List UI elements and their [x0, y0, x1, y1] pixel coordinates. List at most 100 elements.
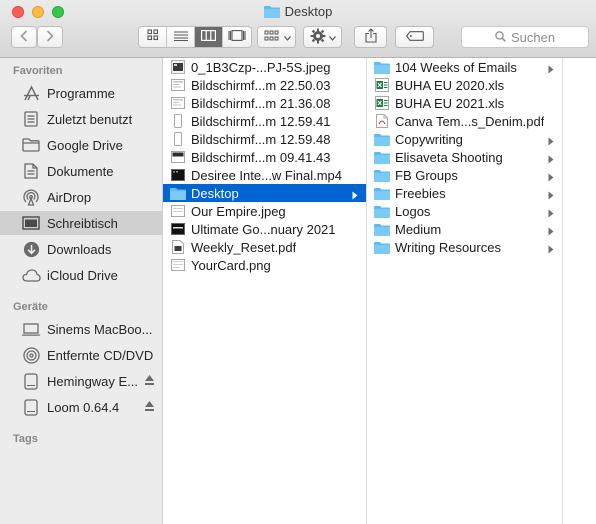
file-row[interactable]: Weekly_Reset.pdf: [163, 238, 366, 256]
sidebar-item-label: iCloud Drive: [47, 267, 118, 283]
list-view-button[interactable]: [167, 27, 195, 47]
file-name: YourCard.png: [191, 257, 271, 273]
forward-button[interactable]: [37, 26, 63, 48]
file-name: Freebies: [395, 185, 446, 201]
excel-file-icon: [374, 96, 390, 110]
disclosure-arrow-icon: [548, 206, 554, 221]
folder-row[interactable]: Writing Resources: [367, 238, 562, 256]
folder-row[interactable]: FB Groups: [367, 166, 562, 184]
column-desktop: 104 Weeks of Emails BUHA EU 2020.xls BUH…: [367, 58, 563, 524]
pdf-file-icon: [170, 240, 186, 254]
image-file-icon: [170, 258, 186, 272]
chevron-down-icon: [329, 30, 336, 44]
folder-row[interactable]: Copywriting: [367, 130, 562, 148]
recents-icon: [21, 110, 41, 128]
folder-row[interactable]: Medium: [367, 220, 562, 238]
sidebar-item-sinems-macbook[interactable]: Sinems MacBoo...: [0, 317, 162, 341]
group-by-button[interactable]: [257, 26, 296, 48]
file-name: Ultimate Go...nuary 2021: [191, 221, 336, 237]
folder-row[interactable]: Elisaveta Shooting: [367, 148, 562, 166]
eject-icon[interactable]: [144, 374, 155, 389]
sidebar-item-schreibtisch[interactable]: Schreibtisch: [0, 211, 162, 235]
folder-row[interactable]: Logos: [367, 202, 562, 220]
folder-icon: [374, 204, 390, 218]
edit-tags-button[interactable]: [395, 26, 434, 48]
back-button[interactable]: [11, 26, 37, 48]
gallery-icon: [228, 28, 246, 46]
folder-icon: [374, 60, 390, 74]
airdrop-icon: [21, 188, 41, 206]
sidebar-item-label: Sinems MacBoo...: [47, 321, 153, 337]
sidebar-item-hemingway[interactable]: Hemingway E...: [0, 369, 162, 393]
file-name: Our Empire.jpeg: [191, 203, 286, 219]
file-name: BUHA EU 2021.xls: [395, 95, 505, 111]
file-row[interactable]: BUHA EU 2021.xls: [367, 94, 562, 112]
folder-row[interactable]: 104 Weeks of Emails: [367, 58, 562, 76]
sidebar-item-zuletzt-benutzt[interactable]: Zuletzt benutzt: [0, 107, 162, 131]
downloads-icon: [21, 240, 41, 258]
desktop-icon: [21, 214, 41, 232]
window-title-label: Desktop: [284, 4, 333, 19]
file-row[interactable]: Bildschirmf...m 12.59.48: [163, 130, 366, 148]
file-row-selected[interactable]: Desktop: [163, 184, 366, 202]
disc-icon: [21, 346, 41, 364]
file-row[interactable]: BUHA EU 2020.xls: [367, 76, 562, 94]
sidebar-item-icloud-drive[interactable]: iCloud Drive: [0, 263, 162, 287]
file-name: Weekly_Reset.pdf: [191, 239, 297, 255]
file-name: Bildschirmf...m 21.36.08: [191, 95, 331, 111]
laptop-icon: [21, 320, 41, 338]
column-view-button[interactable]: [195, 27, 223, 47]
search-placeholder: Suchen: [510, 29, 556, 45]
sidebar-item-remote-disc[interactable]: Entfernte CD/DVD: [0, 343, 162, 367]
action-menu-button[interactable]: [303, 26, 342, 48]
sidebar-item-dokumente[interactable]: Dokumente: [0, 159, 162, 183]
sidebar-item-label: Schreibtisch: [47, 215, 118, 231]
sidebar-item-programme[interactable]: Programme: [0, 81, 162, 105]
gear-icon: [310, 28, 326, 47]
share-button[interactable]: [354, 26, 387, 48]
file-row[interactable]: Bildschirmf...m 21.36.08: [163, 94, 366, 112]
sidebar-section-tags: Tags: [13, 433, 38, 445]
toolbar: Desktop Suchen: [0, 0, 596, 58]
gallery-view-button[interactable]: [223, 27, 251, 47]
file-row[interactable]: YourCard.png: [163, 256, 366, 274]
video-file-icon: [170, 222, 186, 236]
file-row[interactable]: Canva Tem...s_Denim.pdf: [367, 112, 562, 130]
file-row[interactable]: Our Empire.jpeg: [163, 202, 366, 220]
screenshot-icon: [170, 78, 186, 92]
sidebar-item-label: Google Drive: [47, 137, 123, 153]
search-field[interactable]: Suchen: [461, 26, 589, 48]
file-row[interactable]: Ultimate Go...nuary 2021: [163, 220, 366, 238]
sidebar-item-google-drive[interactable]: Google Drive: [0, 133, 162, 157]
folder-icon: [374, 168, 390, 182]
folder-icon: [21, 136, 41, 154]
eject-icon[interactable]: [144, 400, 155, 415]
applications-icon: [21, 84, 41, 102]
folder-row[interactable]: Freebies: [367, 184, 562, 202]
file-row[interactable]: Bildschirmf...m 12.59.41: [163, 112, 366, 130]
search-icon: [495, 30, 506, 45]
sidebar-item-downloads[interactable]: Downloads: [0, 237, 162, 261]
grid-icon: [146, 28, 159, 46]
disclosure-arrow-icon: [548, 134, 554, 149]
folder-icon: [374, 150, 390, 164]
file-name: Desiree Inte...w Final.mp4: [191, 167, 343, 183]
sidebar: Favoriten Programme Zuletzt benutzt Goog…: [0, 58, 163, 524]
sidebar-item-label: Hemingway E...: [47, 373, 139, 389]
sidebar-item-airdrop[interactable]: AirDrop: [0, 185, 162, 209]
file-name: BUHA EU 2020.xls: [395, 77, 505, 93]
file-name: Bildschirmf...m 12.59.41: [191, 113, 331, 129]
column-empty: [563, 58, 596, 524]
file-row[interactable]: Bildschirmf...m 09.41.43: [163, 148, 366, 166]
icon-view-button[interactable]: [139, 27, 167, 47]
sidebar-item-loom[interactable]: Loom 0.64.4: [0, 395, 162, 419]
list-icon: [173, 28, 188, 46]
file-row[interactable]: Bildschirmf...m 22.50.03: [163, 76, 366, 94]
video-file-icon: [170, 168, 186, 182]
file-row[interactable]: Desiree Inte...w Final.mp4: [163, 166, 366, 184]
finder-window: Desktop Suchen Favoriten Programme Zulet…: [0, 0, 596, 524]
folder-icon: [374, 222, 390, 236]
file-row[interactable]: 0_1B3Czp-...PJ-5S.jpeg: [163, 58, 366, 76]
file-name: Elisaveta Shooting: [395, 149, 503, 165]
sidebar-item-label: Loom 0.64.4: [47, 399, 120, 415]
